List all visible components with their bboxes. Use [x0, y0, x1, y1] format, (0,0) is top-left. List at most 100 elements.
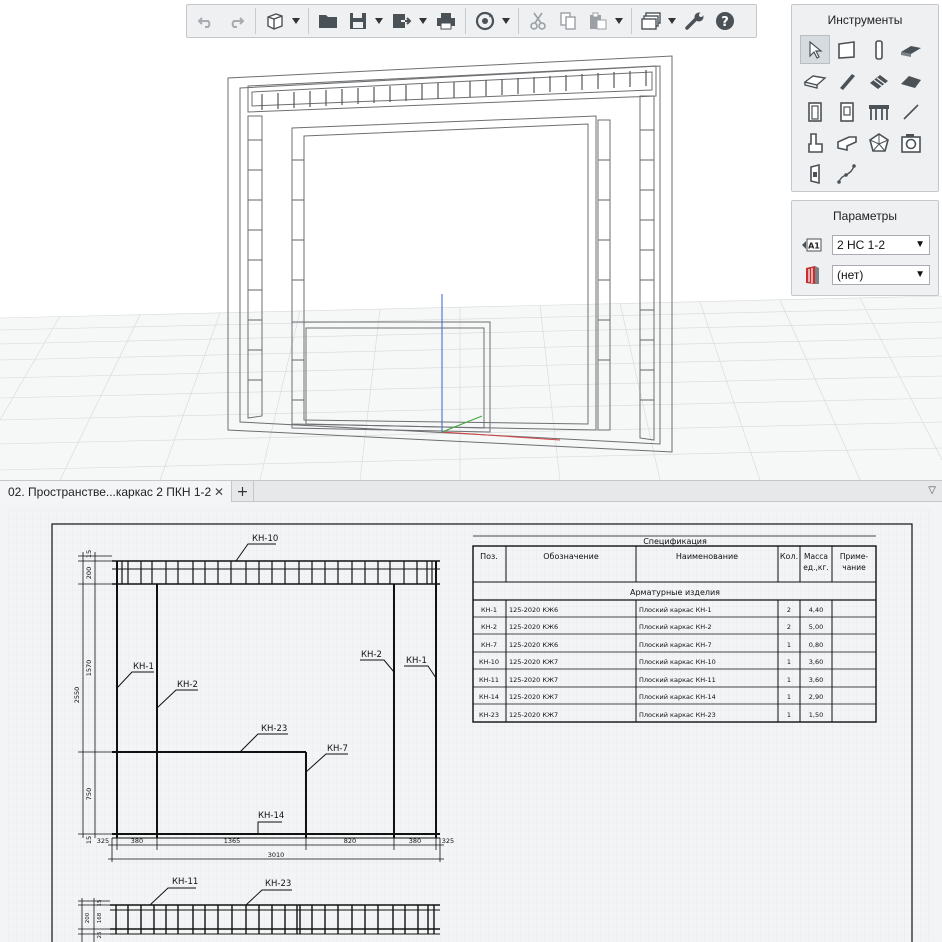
svg-text:3,60: 3,60	[809, 658, 823, 666]
svg-text:125-2020 КЖ6: 125-2020 КЖ6	[509, 623, 558, 631]
window-icon[interactable]	[832, 97, 862, 126]
svg-text:Плоский каркас КН-1: Плоский каркас КН-1	[639, 606, 712, 614]
svg-text:4,40: 4,40	[809, 606, 823, 614]
svg-text:125-2020 КЖ7: 125-2020 КЖ7	[509, 693, 558, 701]
label-kn11-bottom: КН-11	[172, 877, 198, 887]
paste-dropdown-icon[interactable]	[615, 8, 623, 34]
label-kn2-left: КН-2	[177, 680, 198, 690]
new-dropdown-icon[interactable]	[292, 8, 300, 34]
opening-icon[interactable]	[800, 159, 830, 188]
dim-325-left: 325	[97, 837, 109, 845]
style-badge: A1	[808, 242, 820, 251]
close-icon[interactable]: ✕	[214, 485, 224, 499]
stairs-icon[interactable]	[864, 66, 894, 95]
svg-text:1: 1	[787, 641, 791, 649]
spec-header-name: Наименование	[676, 552, 738, 561]
beam-icon[interactable]	[832, 66, 862, 95]
export-icon[interactable]	[389, 8, 415, 34]
spec-section: Арматурные изделия	[630, 588, 720, 597]
cut-icon[interactable]	[525, 8, 551, 34]
rebar-bend-icon[interactable]	[800, 128, 830, 157]
floor-plate-icon[interactable]	[800, 66, 830, 95]
svg-text:2: 2	[787, 623, 791, 631]
slab-icon[interactable]	[896, 35, 926, 64]
tools-panel-title: Инструменты	[827, 13, 903, 27]
layers-icon[interactable]	[638, 8, 664, 34]
svg-text:1,50: 1,50	[809, 711, 823, 719]
svg-text:1: 1	[787, 658, 791, 666]
dim-820: 820	[344, 837, 356, 845]
toolbar-separator	[255, 8, 256, 34]
dim-left-750: 750	[85, 788, 93, 800]
print-icon[interactable]	[433, 8, 459, 34]
style-select[interactable]: 2 НС 1-2 ▼	[832, 235, 930, 255]
profile-icon[interactable]	[832, 128, 862, 157]
dim-left-200: 200	[85, 567, 93, 579]
export-dropdown-icon[interactable]	[419, 8, 427, 34]
sync-dropdown-icon[interactable]	[502, 8, 510, 34]
drawing-svg: КН-10 КН-1 КН-2 КН-23 КН-7 КН-2 КН-1 КН-…	[0, 502, 942, 942]
style-select-value: 2 НС 1-2	[837, 238, 886, 252]
svg-text:2,90: 2,90	[809, 693, 823, 701]
table-furniture-icon[interactable]	[864, 97, 894, 126]
label-kn23: КН-23	[261, 724, 287, 734]
select-pointer-icon[interactable]	[800, 35, 830, 64]
dim-380-left: 380	[131, 837, 143, 845]
tab-active-document[interactable]: 02. Пространстве...каркас 2 ПКН 1-2	[0, 481, 232, 502]
material-icon	[802, 265, 822, 285]
dim-left-1570: 1570	[85, 660, 93, 677]
chevron-down-icon: ▼	[915, 239, 925, 250]
toolbar-separator	[518, 8, 519, 34]
toolbar-separator	[631, 8, 632, 34]
polyhedron-icon[interactable]	[864, 128, 894, 157]
material-select[interactable]: (нет) ▼	[832, 265, 930, 285]
tab-menu-icon[interactable]: ▽	[928, 485, 936, 496]
door-icon[interactable]	[800, 97, 830, 126]
label-kn2-right: КН-2	[361, 650, 382, 660]
layers-dropdown-icon[interactable]	[668, 8, 676, 34]
wall-icon[interactable]	[832, 35, 862, 64]
roof-icon[interactable]	[896, 66, 926, 95]
save-icon[interactable]	[345, 8, 371, 34]
label-kn1-left: КН-1	[133, 662, 154, 672]
new-3d-icon[interactable]	[262, 8, 288, 34]
svg-text:Плоский каркас КН-10: Плоский каркас КН-10	[639, 658, 716, 666]
main-toolbar: ?	[186, 4, 757, 38]
toolbar-separator	[308, 8, 309, 34]
dim-bv-15: 15	[97, 899, 103, 906]
label-kn14: КН-14	[258, 811, 284, 821]
svg-text:Плоский каркас КН-2: Плоский каркас КН-2	[639, 623, 712, 631]
document-tab-bar: 02. Пространстве...каркас 2 ПКН 1-2 ✕ + …	[0, 480, 942, 502]
text-style-icon: A1	[802, 235, 822, 255]
paste-icon[interactable]	[585, 8, 611, 34]
dim-380-right: 380	[409, 837, 421, 845]
svg-text:КН-1: КН-1	[481, 606, 497, 614]
spec-title: Спецификация	[643, 537, 707, 546]
toolbar-separator	[465, 8, 466, 34]
camera-view-icon[interactable]	[896, 128, 926, 157]
line-icon[interactable]	[896, 97, 926, 126]
redo-icon[interactable]	[223, 8, 249, 34]
svg-text:0,80: 0,80	[809, 641, 823, 649]
column-icon[interactable]	[864, 35, 894, 64]
sync-icon[interactable]	[472, 8, 498, 34]
add-tab-button[interactable]: +	[232, 481, 254, 502]
label-kn10: КН-10	[252, 534, 278, 544]
dim-left-2550: 2550	[73, 687, 81, 704]
undo-icon[interactable]	[193, 8, 219, 34]
spec-header-pos: Поз.	[480, 552, 498, 561]
open-folder-icon[interactable]	[315, 8, 341, 34]
dim-left-15-top: 15	[85, 550, 93, 558]
svg-text:125-2020 КЖ7: 125-2020 КЖ7	[509, 658, 558, 666]
save-dropdown-icon[interactable]	[375, 8, 383, 34]
dim-3010: 3010	[268, 851, 285, 859]
spline-icon[interactable]	[832, 159, 862, 188]
settings-wrench-icon[interactable]	[682, 8, 708, 34]
svg-text:2: 2	[787, 606, 791, 614]
copy-icon[interactable]	[555, 8, 581, 34]
help-icon[interactable]: ?	[712, 8, 738, 34]
material-param-row: (нет) ▼	[802, 265, 930, 285]
tab-label: 02. Пространстве...каркас 2 ПКН 1-2	[8, 484, 212, 499]
drawing-sheet-area[interactable]: КН-10 КН-1 КН-2 КН-23 КН-7 КН-2 КН-1 КН-…	[0, 502, 942, 942]
svg-text:КН-14: КН-14	[479, 693, 499, 701]
